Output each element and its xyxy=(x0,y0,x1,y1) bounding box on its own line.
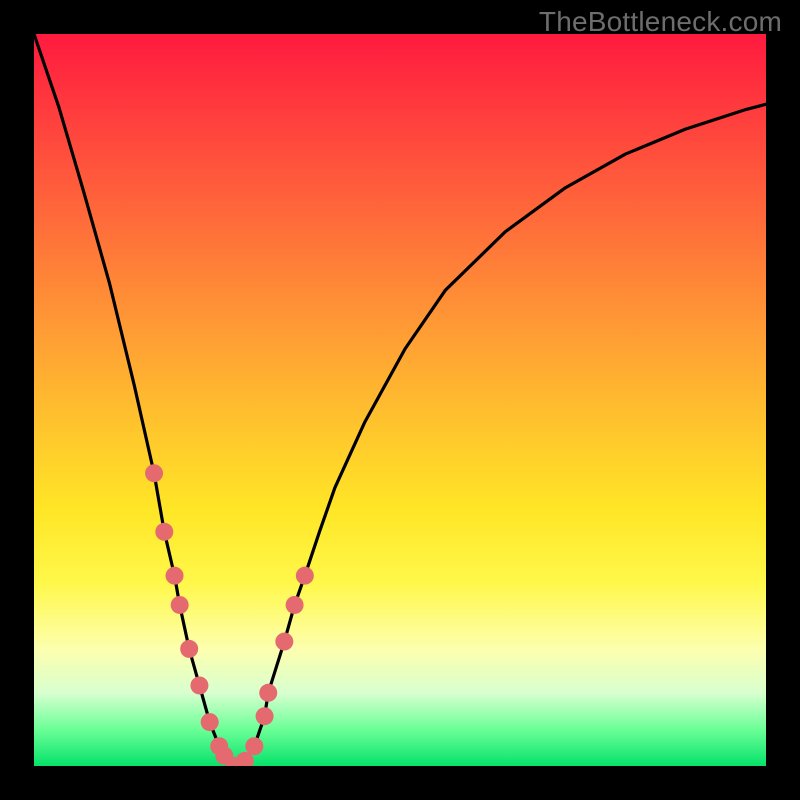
bottleneck-curve-path xyxy=(34,34,766,766)
curve-marker-dot xyxy=(180,640,198,658)
curve-marker-dot xyxy=(275,633,293,651)
curve-marker-dot xyxy=(171,596,189,614)
chart-plot-area xyxy=(34,34,766,766)
curve-marker-dot xyxy=(296,567,314,585)
curve-marker-dot xyxy=(155,523,173,541)
curve-marker-dot xyxy=(245,737,263,755)
curve-markers xyxy=(145,464,314,766)
bottleneck-curve-svg xyxy=(34,34,766,766)
curve-marker-dot xyxy=(201,713,219,731)
curve-marker-dot xyxy=(259,684,277,702)
curve-marker-dot xyxy=(145,464,163,482)
curve-marker-dot xyxy=(256,707,274,725)
curve-marker-dot xyxy=(190,676,208,694)
curve-marker-dot xyxy=(286,596,304,614)
curve-marker-dot xyxy=(166,567,184,585)
